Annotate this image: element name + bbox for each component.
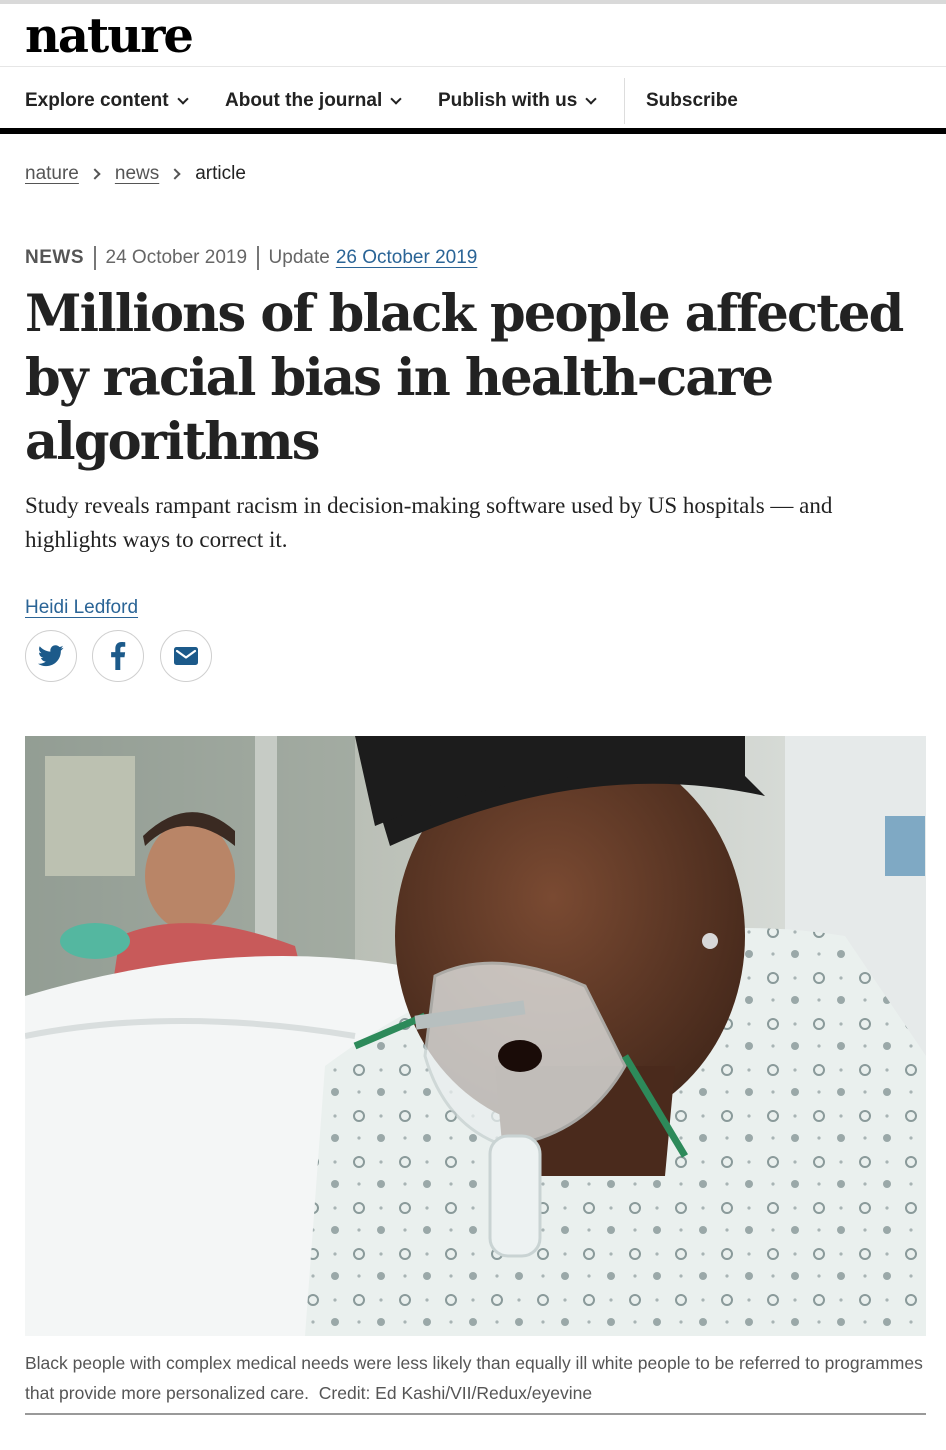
chevron-down-icon (176, 92, 189, 105)
article-type: NEWS (25, 247, 84, 268)
masthead: nature (0, 4, 946, 67)
caption-credit: Credit: Ed Kashi/VII/Redux/eyevine (318, 1383, 593, 1403)
share-facebook-button[interactable] (92, 630, 144, 682)
nav-divider (624, 78, 625, 124)
nav-publish-with-us[interactable]: Publish with us (438, 68, 598, 134)
breadcrumb: nature news article (25, 161, 246, 187)
author-link[interactable]: Heidi Ledford (25, 597, 138, 619)
nav-item-label: Explore content (25, 90, 169, 111)
breadcrumb-news[interactable]: news (115, 163, 159, 185)
chevron-down-icon (585, 92, 598, 105)
update-label: Update (268, 247, 330, 268)
hospital-patient-photo (25, 736, 926, 1336)
nav-item-label: About the journal (225, 90, 383, 111)
nature-logo[interactable]: nature (25, 10, 194, 62)
published-date: 24 October 2019 (105, 247, 248, 268)
twitter-icon (38, 645, 64, 667)
nav-item-label: Publish with us (438, 90, 578, 111)
main-nav: Explore content About the journal Publis… (0, 68, 946, 134)
chevron-down-icon (390, 92, 402, 105)
article-standfirst: Study reveals rampant racism in decision… (25, 493, 833, 552)
email-icon (174, 647, 198, 665)
share-twitter-button[interactable] (25, 630, 77, 682)
chevron-right-icon (169, 168, 181, 180)
updated-date-link[interactable]: 26 October 2019 (336, 247, 478, 269)
chevron-right-icon (89, 168, 101, 180)
article-title: Millions of black people affected by rac… (25, 284, 904, 472)
facebook-icon (111, 642, 126, 670)
caption-rule (25, 1413, 926, 1415)
meta-divider (257, 246, 259, 270)
figure-caption: Black people with complex medical needs … (25, 1348, 926, 1408)
nav-about-journal[interactable]: About the journal (225, 68, 402, 134)
article-hero-image (25, 736, 926, 1336)
subscribe-link[interactable]: Subscribe (646, 68, 738, 134)
share-email-button[interactable] (160, 630, 212, 682)
meta-divider (94, 246, 96, 270)
article-meta: NEWS 24 October 2019 Update 26 October 2… (25, 245, 477, 271)
breadcrumb-current: article (195, 163, 246, 184)
breadcrumb-nature[interactable]: nature (25, 163, 79, 185)
nav-explore-content[interactable]: Explore content (25, 68, 189, 134)
